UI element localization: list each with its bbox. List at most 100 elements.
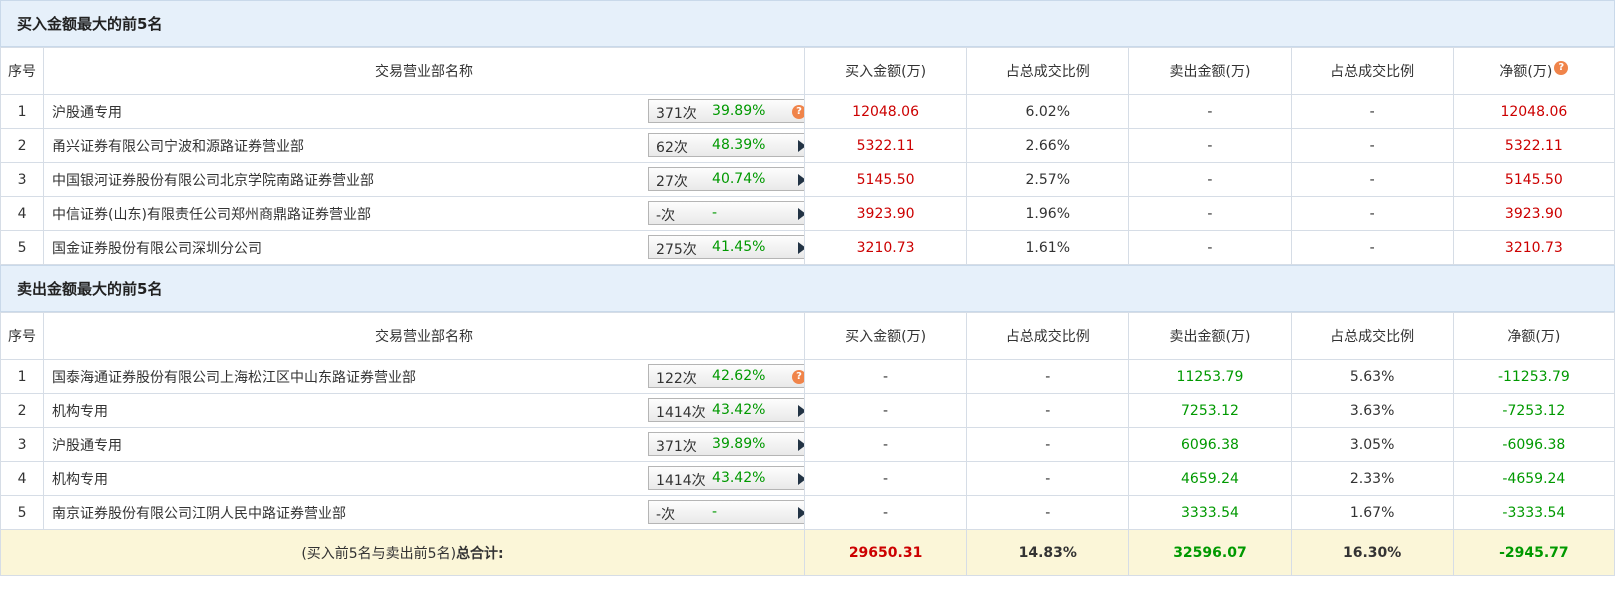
trade-count: 122次 xyxy=(656,371,697,387)
row-name-cell: 南京证券股份有限公司江阴人民中路证券营业部 -次 - xyxy=(43,495,805,530)
row-net: 5145.50 xyxy=(1452,162,1615,197)
header-net-label: 净额(万) xyxy=(1499,64,1553,80)
row-name-cell: 沪股通专用 371次 39.89% xyxy=(43,427,805,462)
row-sell-ratio: 5.63% xyxy=(1290,359,1454,394)
play-arrow-icon[interactable] xyxy=(798,140,804,152)
win-rate: 40.74% xyxy=(712,171,766,187)
branch-stat-button[interactable]: -次 - xyxy=(648,500,804,524)
header-seq: 序号 xyxy=(0,312,45,360)
play-arrow-icon[interactable] xyxy=(798,507,804,519)
branch-stat-button[interactable]: 275次 41.45% xyxy=(648,235,804,259)
table-row: 2 机构专用 1414次 43.42% - -7253.12 3.63% -7253.12 xyxy=(0,393,1615,428)
win-rate: 39.89% xyxy=(712,103,766,119)
header-name: 交易营业部名称 xyxy=(43,312,805,360)
row-buy-ratio: 2.57% xyxy=(966,162,1130,197)
trade-count: 275次 xyxy=(656,242,697,258)
row-buy-ratio: - xyxy=(966,393,1130,428)
total-row: (买入前5名与卖出前5名)总合计: 29650.31 14.83% 32596.… xyxy=(0,529,1615,576)
row-sell-amount: 7253.12 xyxy=(1128,393,1292,428)
row-name-cell: 国金证券股份有限公司深圳分公司 275次 41.45% xyxy=(43,230,805,265)
branch-stat-button[interactable]: -次 - xyxy=(648,201,804,225)
total-sell-ratio: 16.30% xyxy=(1290,529,1454,576)
play-arrow-icon[interactable] xyxy=(798,439,804,451)
total-net: -2945.77 xyxy=(1452,529,1615,576)
trade-count: -次 xyxy=(656,507,676,523)
branch-stat-button[interactable]: 1414次 43.42% xyxy=(648,398,804,422)
question-icon[interactable]: ? xyxy=(792,105,804,119)
play-arrow-icon[interactable] xyxy=(798,174,804,186)
branch-name: 沪股通专用 xyxy=(52,437,123,454)
play-arrow-icon[interactable] xyxy=(798,208,804,220)
row-name-cell: 机构专用 1414次 43.42% xyxy=(43,393,805,428)
row-seq: 4 xyxy=(0,196,45,231)
buy-table-body: 1 沪股通专用 371次 39.89%? 12048.06 6.02% - -12048.06… xyxy=(0,94,1615,265)
row-sell-ratio: 2.33% xyxy=(1290,461,1454,496)
row-name-cell: 中信证券(山东)有限责任公司郑州商鼎路证券营业部 -次 - xyxy=(43,196,805,231)
row-sell-ratio: 3.05% xyxy=(1290,427,1454,462)
row-sell-amount: - xyxy=(1128,230,1292,265)
header-net: 净额(万)? xyxy=(1452,47,1615,95)
row-sell-amount: - xyxy=(1128,162,1292,197)
row-buy-amount: - xyxy=(803,461,968,496)
buy-section-title: 买入金额最大的前5名 xyxy=(0,0,1615,47)
row-name-cell: 机构专用 1414次 43.42% xyxy=(43,461,805,496)
row-sell-amount: - xyxy=(1128,128,1292,163)
branch-stat-button[interactable]: 371次 39.89% xyxy=(648,432,804,456)
sell-table-body: 1 国泰海通证券股份有限公司上海松江区中山东路证券营业部 122次 42.62%? - -… xyxy=(0,359,1615,530)
branch-stat-button[interactable]: 62次 48.39% xyxy=(648,133,804,157)
row-sell-amount: 6096.38 xyxy=(1128,427,1292,462)
trade-count: -次 xyxy=(656,208,676,224)
branch-stat-button[interactable]: 122次 42.62%? xyxy=(648,364,804,388)
header-buy-ratio: 占总成交比例 xyxy=(966,47,1130,95)
total-buy-ratio: 14.83% xyxy=(966,529,1130,576)
row-buy-ratio: - xyxy=(966,461,1130,496)
table-row: 2 甬兴证券有限公司宁波和源路证券营业部 62次 48.39% 5322.11 2.66%… xyxy=(0,128,1615,163)
row-name-cell: 甬兴证券有限公司宁波和源路证券营业部 62次 48.39% xyxy=(43,128,805,163)
table-row: 5 国金证券股份有限公司深圳分公司 275次 41.45% 3210.73 1.61% - -… xyxy=(0,230,1615,265)
header-buy-ratio: 占总成交比例 xyxy=(966,312,1130,360)
row-sell-ratio: - xyxy=(1290,94,1454,129)
total-label: (买入前5名与卖出前5名)总合计: xyxy=(0,529,805,576)
branch-stat-button[interactable]: 371次 39.89%? xyxy=(648,99,804,123)
trade-count: 1414次 xyxy=(656,473,706,489)
row-name-cell: 沪股通专用 371次 39.89%? xyxy=(43,94,805,129)
row-buy-ratio: - xyxy=(966,359,1130,394)
row-buy-amount: - xyxy=(803,359,968,394)
table-row: 1 沪股通专用 371次 39.89%? 12048.06 6.02% - -12048.06 xyxy=(0,94,1615,129)
win-rate: 41.45% xyxy=(712,239,766,255)
play-arrow-icon[interactable] xyxy=(798,405,804,417)
branch-stat-button[interactable]: 27次 40.74% xyxy=(648,167,804,191)
row-buy-ratio: 1.96% xyxy=(966,196,1130,231)
row-buy-amount: 5322.11 xyxy=(803,128,968,163)
row-sell-amount: 11253.79 xyxy=(1128,359,1292,394)
win-rate: 42.62% xyxy=(712,368,766,384)
table-row: 5 南京证券股份有限公司江阴人民中路证券营业部 -次 - - -3333.54 1.67% -… xyxy=(0,495,1615,530)
question-icon[interactable]: ? xyxy=(1554,61,1569,75)
branch-name: 甬兴证券有限公司宁波和源路证券营业部 xyxy=(52,138,305,155)
row-seq: 2 xyxy=(0,128,45,163)
table-row: 4 中信证券(山东)有限责任公司郑州商鼎路证券营业部 -次 -3923.90 1.96%… xyxy=(0,196,1615,231)
play-arrow-icon[interactable] xyxy=(798,242,804,254)
branch-stat-button[interactable]: 1414次 43.42% xyxy=(648,466,804,490)
header-buy-amount: 买入金额(万) xyxy=(803,47,968,95)
row-sell-ratio: - xyxy=(1290,230,1454,265)
win-rate: 39.89% xyxy=(712,436,766,452)
play-arrow-icon[interactable] xyxy=(798,473,804,485)
row-sell-amount: 3333.54 xyxy=(1128,495,1292,530)
row-net: -4659.24 xyxy=(1452,461,1615,496)
header-buy-amount: 买入金额(万) xyxy=(803,312,968,360)
row-buy-amount: 3923.90 xyxy=(803,196,968,231)
header-sell-amount: 卖出金额(万) xyxy=(1128,312,1292,360)
row-seq: 2 xyxy=(0,393,45,428)
total-buy: 29650.31 xyxy=(803,529,968,576)
question-icon[interactable]: ? xyxy=(792,370,804,384)
row-seq: 5 xyxy=(0,495,45,530)
header-name: 交易营业部名称 xyxy=(43,47,805,95)
total-sell: 32596.07 xyxy=(1128,529,1292,576)
win-rate: - xyxy=(712,504,718,520)
trade-count: 371次 xyxy=(656,106,697,122)
row-name-cell: 国泰海通证券股份有限公司上海松江区中山东路证券营业部 122次 42.62%? xyxy=(43,359,805,394)
row-net: -7253.12 xyxy=(1452,393,1615,428)
row-buy-amount: 3210.73 xyxy=(803,230,968,265)
row-net: 3210.73 xyxy=(1452,230,1615,265)
